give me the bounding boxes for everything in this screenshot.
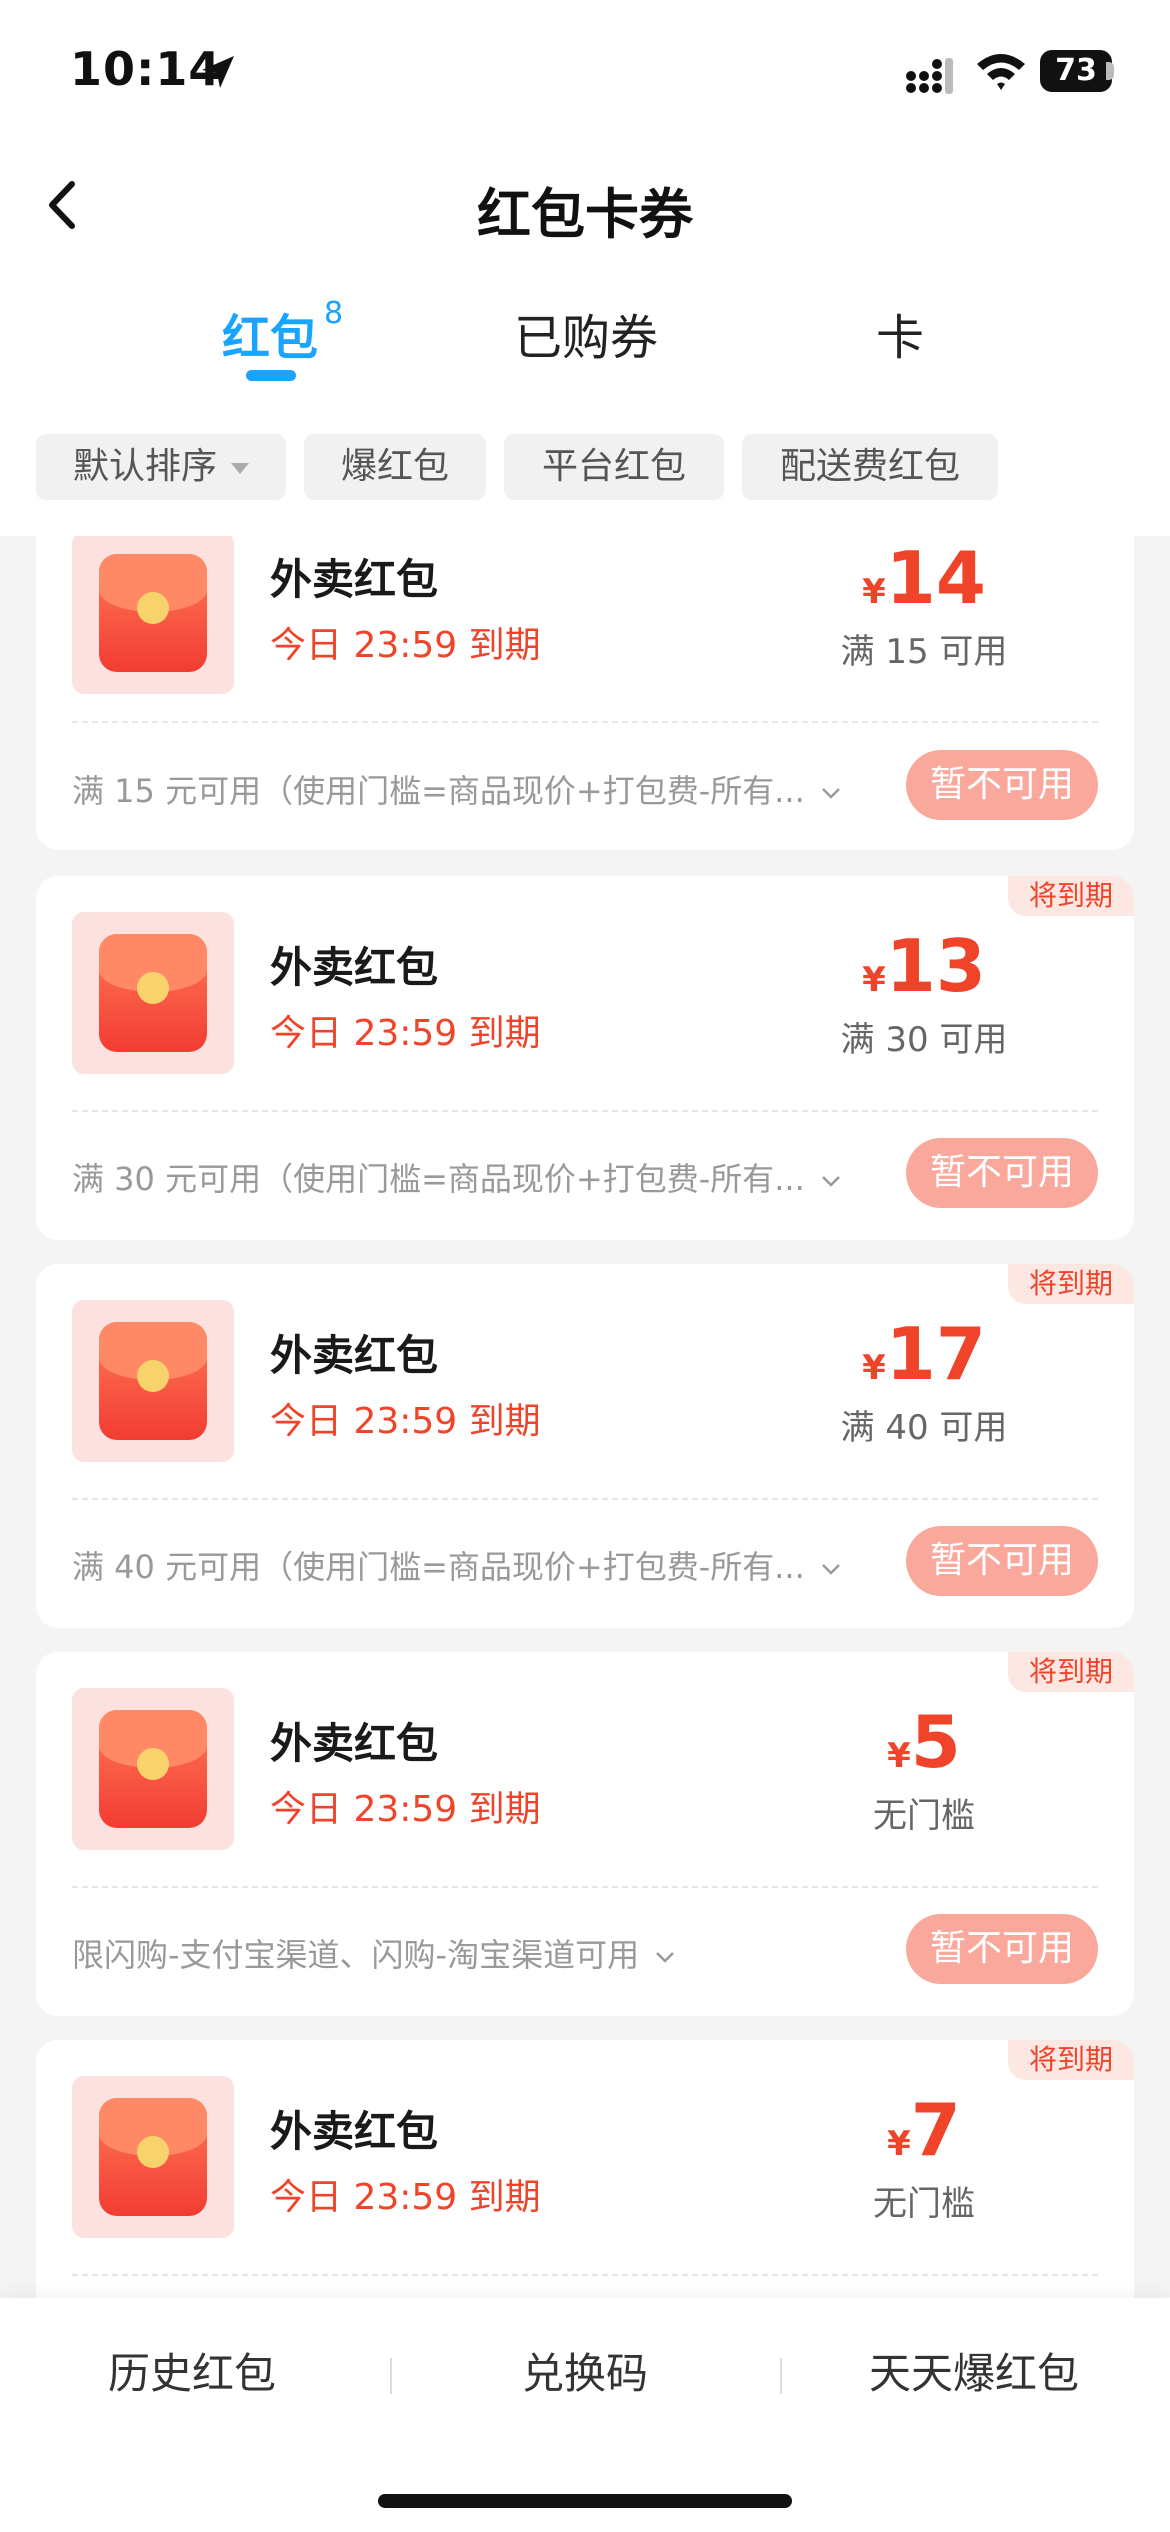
dashed-divider: [72, 1110, 1098, 1112]
red-packet-card: 将到期 外卖红包 今日 23:59 到期 ¥5 无门槛 限闪购-支付宝渠道、闪购…: [36, 1652, 1134, 2016]
dashed-divider: [72, 1886, 1098, 1888]
tab-badge-count: 8: [324, 296, 344, 331]
card-description[interactable]: 满 40 元可用（使用门槛=商品现价+打包费-所有...: [72, 1542, 843, 1588]
card-condition: 满 30 可用: [840, 1020, 1008, 1060]
red-packet-icon-box: [72, 536, 234, 694]
chevron-down-icon: [821, 788, 840, 799]
currency-symbol: ¥: [862, 1348, 886, 1388]
red-packet-card: 将到期 外卖红包 今日 23:59 到期 ¥17 满 40 可用 满 40 元可…: [36, 1264, 1134, 1628]
currency-symbol: ¥: [862, 572, 886, 612]
home-indicator: [378, 2494, 792, 2508]
red-packet-card: 外卖红包 今日 23:59 到期 ¥14 满 15 可用 满 15 元可用（使用…: [36, 536, 1134, 850]
filter-label: 默认排序: [72, 446, 217, 487]
chevron-down-icon: [821, 1176, 840, 1187]
card-name: 外卖红包: [270, 943, 439, 992]
card-description[interactable]: 满 30 元可用（使用门槛=商品现价+打包费-所有...: [72, 1154, 843, 1200]
page-title: 红包卡券: [477, 183, 693, 246]
filter-default-sort[interactable]: 默认排序: [36, 434, 286, 500]
red-packet-icon-box: [72, 1688, 234, 1850]
card-amount: ¥14: [784, 536, 1064, 620]
red-packet-icon-box: [72, 2076, 234, 2238]
filter-delivery-fee-packets[interactable]: 配送费红包: [742, 434, 998, 500]
dashed-divider: [72, 1498, 1098, 1500]
card-description[interactable]: 满 15 元可用（使用门槛=商品现价+打包费-所有...: [72, 766, 843, 812]
unavailable-button[interactable]: 暂不可用: [906, 1914, 1098, 1984]
red-packet-icon-box: [72, 912, 234, 1074]
card-expiry: 今日 23:59 到期: [270, 1789, 541, 1830]
description-text: 满 15 元可用（使用门槛=商品现价+打包费-所有...: [72, 772, 805, 810]
card-amount: ¥17: [784, 1312, 1064, 1396]
currency-symbol: ¥: [887, 1736, 911, 1776]
description-text: 满 40 元可用（使用门槛=商品现价+打包费-所有...: [72, 1548, 805, 1586]
card-condition: 无门槛: [873, 1796, 975, 1836]
red-packet-card: 将到期 外卖红包 今日 23:59 到期 ¥13 满 30 可用 满 30 元可…: [36, 876, 1134, 1240]
unavailable-button[interactable]: 暂不可用: [906, 750, 1098, 820]
card-expiry: 今日 23:59 到期: [270, 1401, 541, 1442]
amount-value: 14: [885, 536, 986, 620]
card-amount: ¥7: [784, 2088, 1064, 2172]
description-text: 限闪购-支付宝渠道、闪购-淘宝渠道可用: [72, 1936, 640, 1974]
red-packet-icon-box: [72, 1300, 234, 1462]
currency-symbol: ¥: [862, 960, 886, 1000]
expiring-badge: 将到期: [1008, 2040, 1134, 2080]
card-name: 外卖红包: [270, 1719, 439, 1768]
red-envelope-icon: [99, 1322, 207, 1440]
filter-platform-packets[interactable]: 平台红包: [504, 434, 724, 500]
amount-value: 5: [910, 1700, 961, 1784]
card-name: 外卖红包: [270, 555, 439, 604]
card-amount: ¥5: [784, 1700, 1064, 1784]
amount-value: 13: [885, 924, 986, 1008]
chevron-down-icon: [821, 1564, 840, 1575]
tab-active-indicator: [246, 370, 296, 381]
top-area: 10:14 73 红包卡券 红包 8 已购券 卡 默认排序 爆红包 平台红包 配…: [0, 0, 1170, 536]
daily-explosive-packets-link[interactable]: 天天爆红包: [804, 2340, 1144, 2401]
unavailable-button[interactable]: 暂不可用: [906, 1526, 1098, 1596]
card-condition: 满 15 可用: [840, 632, 1008, 672]
redeem-code-link[interactable]: 兑换码: [415, 2340, 755, 2401]
caret-down-icon: [231, 462, 249, 474]
card-name: 外卖红包: [270, 2107, 439, 2156]
bottom-action-bar: 历史红包 兑换码 天天爆红包: [0, 2298, 1170, 2532]
tab-purchased-coupons[interactable]: 已购券: [514, 298, 658, 368]
expiring-badge: 将到期: [1008, 1264, 1134, 1304]
tab-cards[interactable]: 卡: [876, 298, 924, 368]
separator: [780, 2358, 782, 2394]
cellular-signal-icon: [906, 58, 953, 94]
card-condition: 无门槛: [873, 2184, 975, 2224]
card-amount: ¥13: [784, 924, 1064, 1008]
battery-tip: [1106, 62, 1114, 80]
card-expiry: 今日 23:59 到期: [270, 2177, 541, 2218]
red-envelope-icon: [99, 2098, 207, 2216]
red-envelope-icon: [99, 1710, 207, 1828]
dashed-divider: [72, 721, 1098, 723]
card-expiry: 今日 23:59 到期: [270, 1013, 541, 1054]
battery-indicator: 73: [1040, 50, 1112, 92]
expiring-badge: 将到期: [1008, 876, 1134, 916]
card-description[interactable]: 限闪购-支付宝渠道、闪购-淘宝渠道可用: [72, 1930, 677, 1976]
card-expiry: 今日 23:59 到期: [270, 625, 541, 666]
wifi-icon: [977, 54, 1025, 90]
dashed-divider: [72, 2274, 1098, 2276]
chevron-down-icon: [656, 1952, 674, 1963]
separator: [390, 2358, 392, 2394]
location-arrow-icon: [202, 56, 234, 88]
red-envelope-icon: [99, 934, 207, 1052]
tab-red-packets[interactable]: 红包: [222, 298, 318, 368]
currency-symbol: ¥: [887, 2124, 911, 2164]
red-envelope-icon: [99, 554, 207, 672]
amount-value: 17: [885, 1312, 986, 1396]
history-packets-link[interactable]: 历史红包: [22, 2340, 362, 2401]
filter-explosive-packets[interactable]: 爆红包: [304, 434, 486, 500]
amount-value: 7: [910, 2088, 961, 2172]
unavailable-button[interactable]: 暂不可用: [906, 1138, 1098, 1208]
expiring-badge: 将到期: [1008, 1652, 1134, 1692]
card-name: 外卖红包: [270, 1331, 439, 1380]
card-condition: 满 40 可用: [840, 1408, 1008, 1448]
description-text: 满 30 元可用（使用门槛=商品现价+打包费-所有...: [72, 1160, 805, 1198]
